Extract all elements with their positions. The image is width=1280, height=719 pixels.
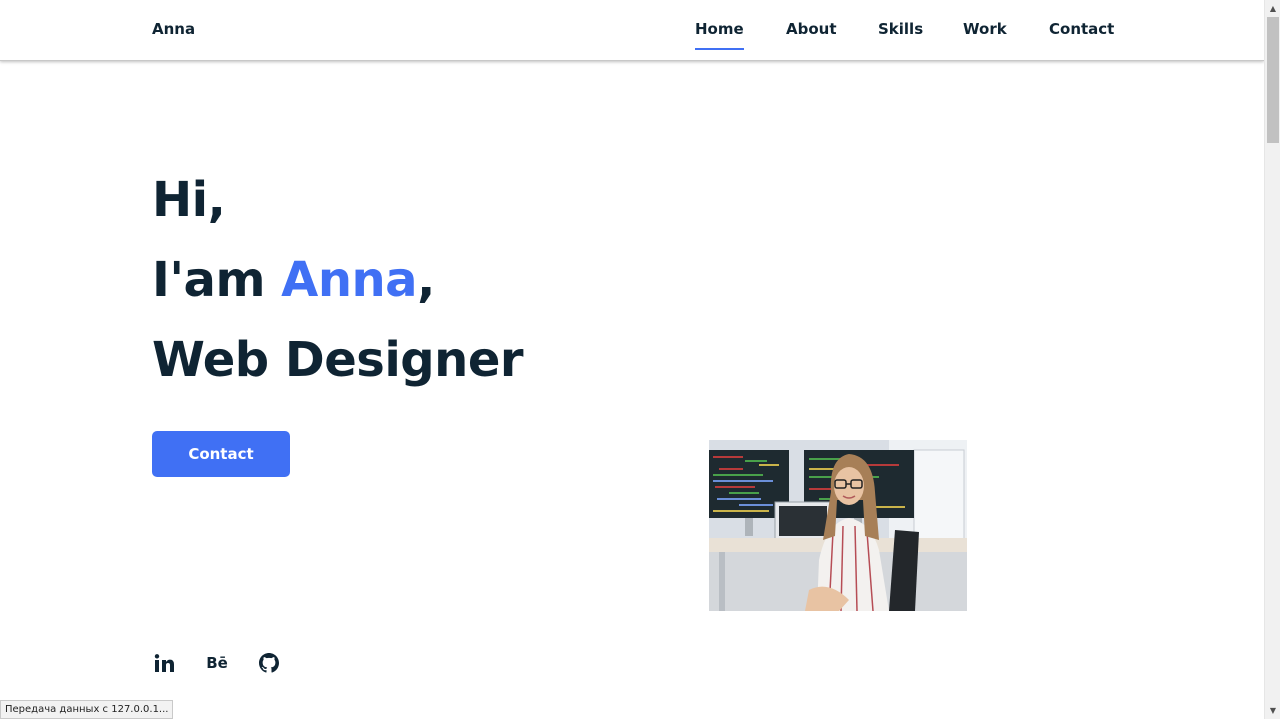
behance-glyph: Bē — [206, 654, 228, 672]
linkedin-icon[interactable] — [152, 650, 176, 676]
contact-button[interactable]: Contact — [152, 431, 290, 477]
vertical-scrollbar[interactable]: ▲ ▼ — [1264, 0, 1280, 719]
nav-link-work[interactable]: Work — [963, 20, 1007, 38]
github-icon[interactable] — [257, 650, 281, 676]
browser-status-bar: Передача данных с 127.0.0.1... — [0, 700, 174, 719]
hero-intro-suffix: , — [417, 252, 435, 308]
nav-link-skills[interactable]: Skills — [878, 20, 923, 38]
scroll-up-arrow-icon[interactable]: ▲ — [1265, 0, 1280, 17]
scroll-down-arrow-icon[interactable]: ▼ — [1265, 702, 1280, 719]
site-header: Anna Home About Skills Work Contact — [0, 0, 1264, 61]
nav-link-contact[interactable]: Contact — [1049, 20, 1114, 38]
site-logo[interactable]: Anna — [152, 20, 195, 38]
hero-intro-prefix: I'am — [152, 252, 282, 308]
nav-link-home[interactable]: Home — [695, 20, 744, 50]
hero-name: Anna — [281, 252, 418, 308]
nav-link-about[interactable]: About — [786, 20, 837, 38]
scroll-thumb[interactable] — [1267, 17, 1279, 143]
hero-greeting: Hi, — [152, 172, 226, 228]
behance-icon[interactable]: Bē — [204, 650, 230, 676]
hero-heading: Hi, I'am Anna, Web Designer — [152, 160, 524, 400]
hero-role: Web Designer — [152, 332, 524, 388]
hero-photo — [709, 440, 967, 611]
